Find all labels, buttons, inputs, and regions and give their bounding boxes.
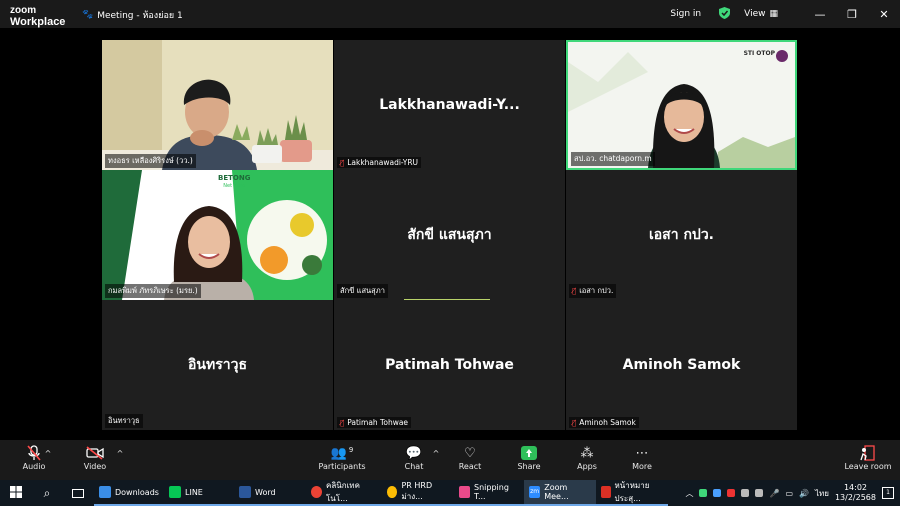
tray-app-icon[interactable] [741,489,750,497]
participant-tile[interactable]: Patimah Tohwae 🎙̸ Patimah Tohwae [334,300,565,430]
apps-icon: ⁂ [580,445,594,461]
pdf-icon [601,486,611,498]
taskbar-app-downloads[interactable]: Downloads [94,480,164,506]
heart-icon: ♡ [464,445,476,461]
tray-app-icon[interactable] [755,489,764,497]
participant-display-name: Lakkhanawadi-Y... [379,97,520,113]
participant-tile[interactable]: อินทราวุธ อินทราวุธ [102,300,333,430]
taskbar-app-zoom[interactable]: zm Zoom Mee... [524,480,596,506]
chrome-icon [311,486,322,498]
participant-name-tag: กมลพิมพ์ ภัทรภิเษระ (มรย.) [105,284,201,298]
muted-mic-icon: 🎙̸ [572,287,577,295]
volume-icon[interactable]: 🔊 [799,489,809,498]
system-tray: ︿ 🎤 ▭ 🔊 ไทย 14:02 13/2/2568 1 [685,480,900,506]
participant-display-name: Aminoh Samok [622,357,741,373]
participant-video [568,42,795,168]
clock[interactable]: 14:02 13/2/2568 [835,483,876,503]
participant-tile[interactable]: เอสา กปว. 🎙̸ เอสา กปว. [566,170,797,300]
taskbar-app-line[interactable]: LINE [164,480,234,506]
participant-name-tag: สักขี แสนสุภา [337,284,388,298]
muted-mic-icon: 🎙̸ [340,158,345,167]
participant-tile[interactable]: BETONG Net Zero กมลพิมพ์ ภัทรภิเษระ (มรย… [102,170,333,300]
restore-button[interactable]: ❐ [836,8,868,21]
task-view-icon [72,488,84,498]
network-icon[interactable]: ▭ [785,489,793,498]
grid-icon: ▦ [769,9,778,19]
participant-name-tag: 🎙̸ Lakkhanawadi-YRU [337,157,422,168]
participant-tile-active-speaker[interactable]: STI OTOP สป.อว. chatdaporn.m [566,40,797,170]
view-button[interactable]: View ▦ [744,9,778,19]
participant-name-tag: 🎙̸ Patimah Tohwae [337,417,412,428]
sign-in-link[interactable]: Sign in [670,9,701,19]
apps-button[interactable]: ⁂ Apps [557,444,617,472]
meeting-toolbar: Audio ^ Video ^ 👥 9 Participants 💬 Chat … [0,440,900,480]
participant-name-tag: สป.อว. chatdaporn.m [571,152,655,166]
react-button[interactable]: ♡ React [440,444,500,472]
participant-tile[interactable]: Aminoh Samok 🎙̸ Aminoh Samok [566,300,797,430]
taskbar-app-word[interactable]: Word [234,480,306,506]
taskbar-app-pdf[interactable]: หน้าหมายประสุ... [596,480,668,506]
notification-icon[interactable]: 1 [882,487,894,499]
close-button[interactable]: ✕ [868,8,900,21]
participants-icon: 👥 [330,445,347,461]
participant-display-name: Patimah Tohwae [385,357,514,373]
windows-logo-icon [10,486,22,500]
leave-room-icon [838,444,898,462]
windows-taskbar: ⌕ Downloads LINE Word คลินิกเทคโนโ... PR… [0,480,900,506]
video-options-caret[interactable]: ^ [110,444,130,462]
tray-app-icon[interactable] [727,489,736,497]
share-screen-icon [499,444,559,462]
title-bar: zoom Workplace 🐾 Meeting - ห้องย่อย 1 Si… [0,0,900,28]
more-button[interactable]: ⋯ More [612,444,672,472]
participant-tile[interactable]: Lakkhanawadi-Y... 🎙̸ Lakkhanawadi-YRU [334,40,565,170]
zoom-icon: zm [529,486,541,498]
audio-options-caret[interactable]: ^ [38,444,58,462]
participant-name-tag: ทงอธร เหลืองศิริรงษ์ (วว.) [105,154,196,168]
participant-display-name: สักขี แสนสุภา [407,227,492,243]
onedrive-icon[interactable] [713,489,722,497]
chrome-icon [387,486,398,498]
taskbar-app-snipping-tool[interactable]: Snipping T... [454,480,524,506]
download-folder-icon [99,486,111,498]
meeting-title: 🐾 Meeting - ห้องย่อย 1 [82,10,183,21]
participant-display-name: อินทราวุธ [188,357,247,373]
participant-display-name: เอสา กปว. [648,227,715,243]
participant-video [102,40,333,170]
snipping-tool-icon [459,486,471,498]
taskbar-app-chrome-2[interactable]: PR HRD ม่าง... [382,480,454,506]
paw-icon: 🐾 [82,10,94,20]
muted-mic-icon: 🎙̸ [572,418,577,427]
search-button[interactable]: ⌕ [32,480,62,506]
start-button[interactable] [0,480,32,506]
muted-mic-icon: 🎙̸ [340,418,345,427]
participant-name-tag: อินทราวุธ [105,414,143,428]
banner-betong-text: BETONG Net Zero [218,174,251,189]
participant-name-tag: 🎙̸ เอสา กปว. [569,284,617,298]
video-gallery: ทงอธร เหลืองศิริรงษ์ (วว.) Lakkhanawadi-… [0,28,900,440]
more-icon: ⋯ [635,445,649,461]
leave-room-button[interactable]: Leave room [838,444,898,471]
word-icon [239,486,251,498]
search-icon: ⌕ [43,485,51,500]
microphone-icon[interactable]: 🎤 [769,489,779,498]
language-indicator[interactable]: ไทย [815,487,829,500]
chevron-up-icon[interactable]: ︿ [685,488,693,499]
zoom-logo: zoom Workplace [10,5,66,28]
security-shield-icon[interactable] [719,6,731,22]
line-app-icon [169,486,181,498]
participant-tile[interactable]: สักขี แสนสุภา สักขี แสนสุภา [334,170,565,300]
participant-tile[interactable]: ทงอธร เหลืองศิริรงษ์ (วว.) [102,40,333,170]
task-view-button[interactable] [62,480,94,506]
sti-otop-logo: STI OTOP [743,50,775,57]
participant-name-tag: 🎙̸ Aminoh Samok [569,417,639,428]
taskbar-app-chrome-1[interactable]: คลินิกเทคโนโ... [306,480,382,506]
participants-button[interactable]: 👥 9 Participants [312,444,372,472]
minimize-button[interactable]: — [804,8,836,21]
share-button[interactable]: Share [499,444,559,471]
tray-app-icon[interactable] [699,489,708,497]
